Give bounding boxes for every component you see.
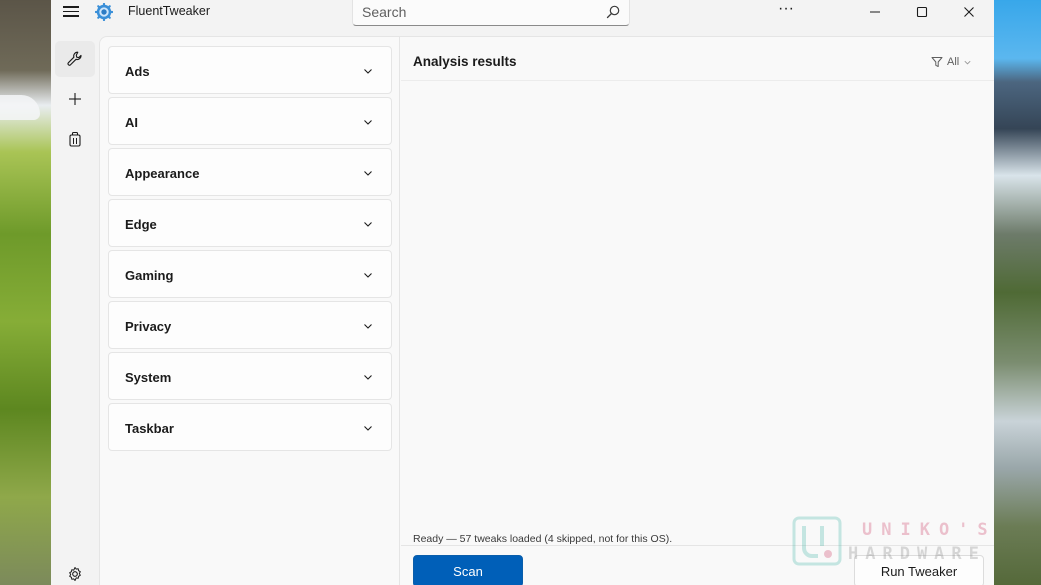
category-system[interactable]: System [108,352,392,400]
status-text: Ready — 57 tweaks loaded (4 skipped, not… [413,533,673,545]
category-ai[interactable]: AI [108,97,392,145]
category-label: System [125,370,172,385]
category-gaming[interactable]: Gaming [108,250,392,298]
wrench-icon [67,51,82,66]
search-box[interactable] [352,0,630,26]
nav-item-tweaks[interactable] [55,41,95,77]
watermark: UNIKO'S HARDWARE [792,516,992,566]
category-label: Privacy [125,319,172,334]
chevron-down-icon [364,69,372,74]
desktop-wallpaper-left [0,0,51,585]
category-privacy[interactable]: Privacy [108,301,392,349]
title-bar: FluentTweaker ··· [51,0,994,36]
plus-icon [69,93,81,105]
category-label: Appearance [125,166,200,181]
chevron-down-icon [364,222,372,227]
app-title: FluentTweaker [128,4,210,18]
desktop-wallpaper-right [994,0,1041,585]
tweak-categories-list: Ads AI Appearance Edge Gaming Privacy Sy… [100,37,400,585]
nav-item-add[interactable] [55,81,95,117]
close-button[interactable] [946,0,992,24]
category-label: Gaming [125,268,174,283]
chevron-down-icon [364,120,372,125]
chevron-down-icon [364,426,372,431]
hamburger-menu-icon[interactable] [63,3,81,19]
gear-icon [69,567,81,581]
chevron-down-icon [364,324,372,329]
filter-icon [931,57,943,67]
app-window: FluentTweaker ··· [51,0,994,585]
results-header: Analysis results All [401,37,994,81]
scan-button[interactable]: Scan [413,555,523,585]
chevron-down-icon [364,171,372,176]
category-taskbar[interactable]: Taskbar [108,403,392,451]
maximize-icon [916,6,928,18]
chevron-down-icon [364,375,372,380]
analysis-results-panel: Analysis results All Ready — 57 tweaks l… [401,37,994,585]
filter-dropdown[interactable]: All [931,54,972,70]
minimize-icon [870,11,880,13]
category-appearance[interactable]: Appearance [108,148,392,196]
category-ads[interactable]: Ads [108,46,392,94]
minimize-button[interactable] [852,0,898,24]
nav-item-settings[interactable] [55,556,95,585]
category-label: AI [125,115,138,130]
watermark-logo-icon [792,516,842,566]
content-area: Ads AI Appearance Edge Gaming Privacy Sy… [99,36,994,585]
package-icon [69,131,81,147]
nav-item-packages[interactable] [55,121,95,157]
watermark-line-1: UNIKO'S [862,520,997,540]
filter-label: All [947,56,960,68]
search-input[interactable] [362,3,592,21]
chevron-down-icon [964,60,971,64]
more-options-button[interactable]: ··· [771,0,801,24]
app-logo-icon [95,3,113,21]
category-label: Edge [125,217,157,232]
close-icon [964,7,974,17]
search-icon[interactable] [605,4,621,20]
watermark-line-2: HARDWARE [848,544,986,564]
results-title: Analysis results [413,54,517,69]
category-edge[interactable]: Edge [108,199,392,247]
category-label: Taskbar [125,421,174,436]
chevron-down-icon [364,273,372,278]
category-label: Ads [125,64,150,79]
maximize-button[interactable] [899,0,945,24]
